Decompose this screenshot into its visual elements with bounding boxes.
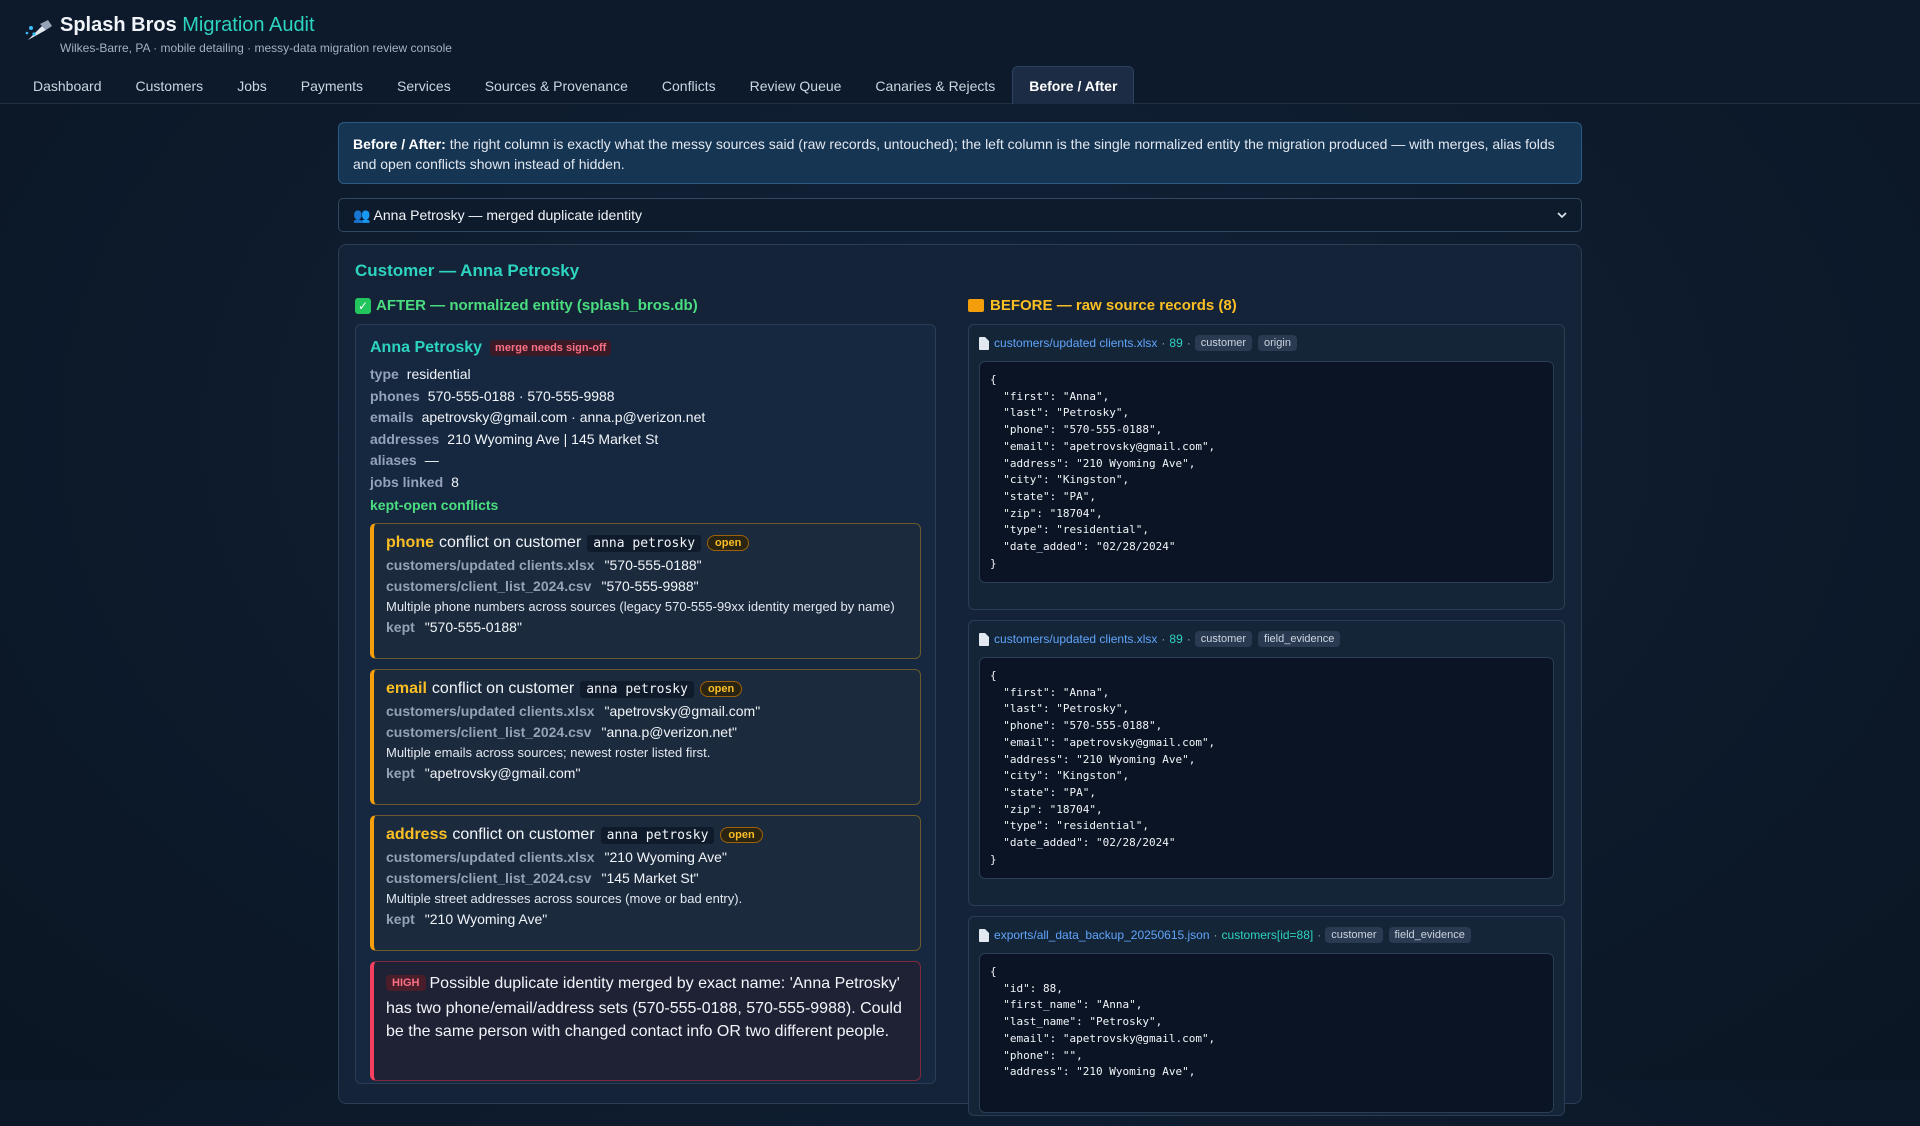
record-source-link[interactable]: customers/updated clients.xlsx <box>994 632 1157 646</box>
tab-customers[interactable]: Customers <box>119 66 221 104</box>
high-badge: HIGH <box>386 975 426 991</box>
tab-sources-provenance[interactable]: Sources & Provenance <box>468 66 645 104</box>
record-source-link[interactable]: exports/all_data_backup_20250615.json <box>994 928 1210 942</box>
info-banner: Before / After: the right column is exac… <box>338 122 1582 184</box>
source-record: exports/all_data_backup_20250615.json · … <box>968 916 1565 1116</box>
check-icon: ✓ <box>355 297 371 314</box>
high-warning-text: Possible duplicate identity merged by ex… <box>386 975 902 1040</box>
before-column: BEFORE — raw source records (8) customer… <box>968 297 1565 1126</box>
entity-name: Anna Petrosky merge needs sign-off <box>370 339 921 357</box>
raw-json: { "first": "Anna", "last": "Petrosky", "… <box>979 657 1554 879</box>
record-tag: customer <box>1194 631 1253 647</box>
record-tag: field_evidence <box>1388 927 1471 943</box>
app-subtitle: Wilkes-Barre, PA · mobile detailing · me… <box>60 41 452 55</box>
compare-panel: Customer — Anna Petrosky ✓ AFTER — norma… <box>338 244 1582 1116</box>
source-record: customers/updated clients.xlsx · 89 · cu… <box>968 324 1565 610</box>
conflict-note: Multiple phone numbers across sources (l… <box>386 599 895 614</box>
entity-select[interactable]: 👥 Anna Petrosky — merged duplicate ident… <box>338 198 1582 232</box>
file-icon <box>979 336 990 350</box>
merge-signoff-badge: merge needs sign-off <box>490 340 612 356</box>
record-tag: field_evidence <box>1258 631 1341 647</box>
record-tag: customer <box>1325 927 1383 943</box>
record-tag: origin <box>1258 335 1297 351</box>
after-heading: ✓ AFTER — normalized entity (splash_bros… <box>355 297 936 314</box>
status-badge: open <box>699 681 743 697</box>
app-title: Splash Bros Migration Audit <box>60 14 315 36</box>
tab-before-after[interactable]: Before / After <box>1012 66 1135 104</box>
tab-dashboard[interactable]: Dashboard <box>16 66 119 104</box>
tab-payments[interactable]: Payments <box>284 66 380 104</box>
conflict-note: Multiple street addresses across sources… <box>386 891 743 906</box>
conflict-card-email[interactable]: email conflict on customer anna petrosky op… <box>370 669 922 805</box>
kept-open-heading: kept-open conflicts <box>370 497 499 513</box>
field-addresses: addresses 210 Wyoming Ave | 145 Market St <box>370 430 659 447</box>
field-phones: phones 570-555-0188 · 570-555-9988 <box>370 387 615 404</box>
normalized-entity-card: Anna Petrosky merge needs sign-off type r… <box>355 324 937 1084</box>
file-icon <box>979 632 990 646</box>
status-badge: open <box>720 827 763 843</box>
tab-canaries-rejects[interactable]: Canaries & Rejects <box>858 66 1012 104</box>
conflict-entity: anna petrosky <box>587 534 702 552</box>
tab-jobs[interactable]: Jobs <box>220 66 284 104</box>
record-tag: customer <box>1194 335 1253 351</box>
raw-json: { "id": 88, "first_name": "Anna", "last_… <box>979 953 1554 1113</box>
field-emails: emails apetrovsky@gmail.com · anna.p@veri… <box>370 409 706 425</box>
source-record: customers/updated clients.xlsx · 89 · cu… <box>968 620 1565 906</box>
conflict-note: Multiple emails across sources; newest r… <box>386 745 711 760</box>
conflict-card-address[interactable]: address conflict on customer anna petrosky… <box>370 815 922 951</box>
main-content: Before / After: the right column is exac… <box>338 122 1582 1116</box>
nav-tabs: Dashboard Customers Jobs Payments Servic… <box>16 66 1135 104</box>
tab-conflicts[interactable]: Conflicts <box>645 66 733 104</box>
panel-title: Customer — Anna Petrosky <box>355 261 580 280</box>
status-badge: open <box>707 535 750 551</box>
record-source-link[interactable]: customers/updated clients.xlsx <box>994 336 1157 350</box>
entity-select-value: 👥 Anna Petrosky — merged duplicate ident… <box>353 206 643 223</box>
chevron-down-icon <box>1557 212 1567 219</box>
record-ref: customers[id=88] <box>1221 928 1314 942</box>
field-aliases: aliases — <box>370 452 439 468</box>
field-jobs-linked: jobs linked 8 <box>370 473 459 490</box>
record-ref: 89 <box>1169 336 1183 350</box>
raw-json: { "first": "Anna", "last": "Petrosky", "… <box>979 361 1554 583</box>
high-severity-warning: HIGH Possible duplicate identity merged b… <box>370 961 922 1081</box>
conflict-entity: anna petrosky <box>600 826 715 844</box>
conflict-field: phone <box>386 534 434 551</box>
conflict-field: email <box>386 680 427 697</box>
top-bar: Splash Bros Migration Audit Wilkes-Barre… <box>0 0 1920 104</box>
after-column: ✓ AFTER — normalized entity (splash_bros… <box>355 297 937 1126</box>
file-icon <box>979 928 990 942</box>
splash-logo-icon <box>25 20 52 40</box>
banner-bold: Before / After: <box>353 136 446 152</box>
conflict-card-phone[interactable]: phone conflict on customer anna petrosky op… <box>370 523 922 659</box>
record-ref: 89 <box>1169 632 1183 646</box>
tab-services[interactable]: Services <box>380 66 468 104</box>
before-heading: BEFORE — raw source records (8) <box>968 297 1565 314</box>
brand: Splash Bros Migration Audit Wilkes-Barre… <box>22 12 452 55</box>
conflict-entity: anna petrosky <box>580 680 694 698</box>
field-type: type residential <box>370 366 471 382</box>
folder-icon <box>968 299 985 312</box>
banner-text: the right column is exactly what the mes… <box>353 136 1555 172</box>
tab-review-queue[interactable]: Review Queue <box>733 66 859 104</box>
conflict-field: address <box>386 826 448 843</box>
